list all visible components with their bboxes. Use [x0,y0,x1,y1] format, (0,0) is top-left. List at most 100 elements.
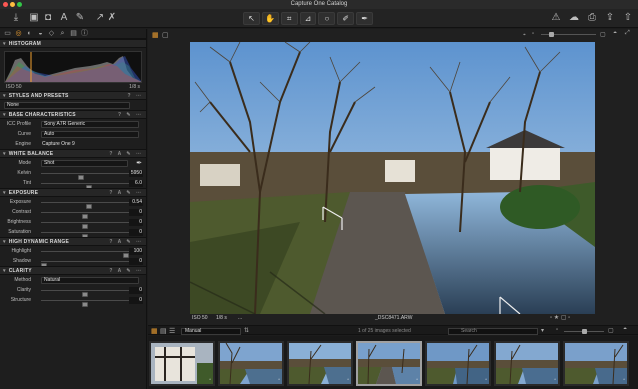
thumbnail[interactable]: ▫ [563,341,629,386]
section-menu-icon[interactable]: ? A ✎ ⋯ [109,268,143,274]
brightness-value[interactable]: 0 [129,218,143,226]
fullscreen-icon[interactable]: ⤢ [625,30,630,37]
section-menu-icon[interactable]: ? A ✎ ⋯ [109,190,143,196]
lens-tab-icon[interactable]: ◐ [25,30,34,38]
cloud-icon[interactable]: ☁ [568,12,580,24]
histogram-graph [5,52,141,82]
thumbnail[interactable]: ▫ [149,341,215,386]
library-tab-icon[interactable]: ▭ [3,30,12,38]
saturation-value[interactable]: 0 [129,228,143,236]
picker-tool-icon[interactable]: ✒ [356,12,374,25]
filter-icon[interactable]: ▾ [541,327,544,334]
export-icon[interactable]: ⇪ [604,12,616,24]
styles-header[interactable]: ▾ STYLES AND PRESETS ? ⋯ [0,91,146,100]
undo-icon[interactable]: ↗ [94,12,106,24]
zoom-slider[interactable] [541,32,596,37]
crop-tool-icon[interactable]: ⌗ [280,12,298,25]
keystone-tool-icon[interactable]: ⊿ [299,12,317,25]
main-photo[interactable] [190,42,595,314]
thumbnail[interactable]: ▫ [218,341,284,386]
white-balance-header[interactable]: ▾ WHITE BALANCE ? A ✎ ⋯ [0,149,146,158]
field-label: Saturation [8,229,31,235]
select-tool-icon[interactable]: ↖ [243,12,260,25]
share-icon[interactable]: ⇧ [622,12,634,24]
tint-slider[interactable] [41,182,129,190]
thumbnail[interactable]: ▫ [425,341,491,386]
brush-icon[interactable]: ✎ [74,12,86,24]
histogram-header[interactable]: ▾ HISTOGRAM [0,39,146,48]
viewer-rating-icons[interactable]: ▫ ★ ▢ ▫ [550,314,570,321]
brightness-slider[interactable] [41,221,129,229]
kelvin-value[interactable]: 5950 [129,169,143,177]
highlight-value[interactable]: 100 [129,247,143,255]
proof-icon[interactable]: ⌖ [523,32,526,38]
exposure-header[interactable]: ▾ EXPOSURE ? A ✎ ⋯ [0,188,146,197]
import-icon[interactable]: ⤓ [10,12,22,24]
list-view-icon[interactable]: ☰ [169,327,175,335]
spot-tool-icon[interactable]: ○ [318,12,336,25]
curve-dropdown[interactable]: Auto [41,130,139,138]
contrast-value[interactable]: 0 [129,208,143,216]
exposure-slider[interactable] [41,201,129,209]
highlight-slider[interactable] [41,250,129,258]
layer-brush-icon[interactable]: ✐ [337,12,355,25]
slider-handle[interactable] [82,301,88,307]
grid-view-icon[interactable]: ▦ [151,327,158,335]
structure-value[interactable]: 0 [129,296,143,304]
sort-dropdown[interactable]: Manual [181,327,241,335]
user-icon[interactable]: ◓ [623,326,627,333]
thumbnail-selected[interactable]: ▫ [356,341,422,386]
user-icon[interactable]: ◓ [613,30,617,37]
single-view-icon[interactable]: ▢ [162,31,169,39]
reset-icon[interactable]: ✗ [106,12,118,24]
section-menu-icon[interactable]: ? A ✎ ⋯ [109,151,143,157]
zoom-in-icon[interactable]: ▢ [600,31,606,38]
details-tab-icon[interactable]: ⌕ [58,30,67,38]
exposure-tab-icon[interactable]: ◇ [47,30,56,38]
thumb-large-icon[interactable]: ▢ [608,327,614,334]
section-menu-icon[interactable]: ? ⋯ [128,93,143,99]
hdr-header[interactable]: ▾ HIGH DYNAMIC RANGE ? A ✎ ⋯ [0,237,146,246]
thumb-small-icon[interactable]: ▫ [556,327,558,333]
section-menu-icon[interactable]: ? A ✎ ⋯ [109,239,143,245]
saturation-slider[interactable] [41,231,129,239]
exposure-value[interactable]: 0.54 [129,198,143,206]
clarity-header[interactable]: ▾ CLARITY ? A ✎ ⋯ [0,266,146,275]
selection-count: 1 of 25 images selected [358,328,411,334]
capture-tab-icon[interactable]: ◎ [14,30,23,38]
shadow-slider[interactable] [41,260,129,268]
slider-handle[interactable] [549,32,554,37]
search-input[interactable]: Search [448,327,538,335]
section-menu-icon[interactable]: ? ✎ ⋯ [118,112,143,118]
shadow-value[interactable]: 0 [129,257,143,265]
clarity-value[interactable]: 0 [129,286,143,294]
pan-tool-icon[interactable]: ✋ [261,12,279,25]
wb-mode-dropdown[interactable]: Shot [41,159,128,167]
capture-icon[interactable]: ▣ [28,12,40,24]
warning-icon[interactable]: ⚠ [550,12,562,24]
base-characteristics-header[interactable]: ▾ BASE CHARACTERISTICS ? ✎ ⋯ [0,110,146,119]
slider-handle[interactable] [582,329,587,334]
icc-profile-dropdown[interactable]: Sony A7R Generic [41,120,139,128]
metadata-tab-icon[interactable]: ⓘ [80,30,89,38]
text-tool-icon[interactable]: A [58,12,70,24]
structure-slider[interactable] [41,299,129,307]
adjustments-tab-icon[interactable]: ▤ [69,30,78,38]
kelvin-slider[interactable] [41,172,129,180]
clarity-method-dropdown[interactable]: Natural [41,276,139,284]
styles-dropdown[interactable]: None [4,101,130,109]
camera-icon[interactable]: ◘ [42,12,54,24]
thumbnail[interactable]: ▫ [287,341,353,386]
color-tab-icon[interactable]: ◒ [36,30,45,38]
print-icon[interactable]: ⎙ [586,12,598,24]
filmstrip-view-icon[interactable]: ▤ [160,327,167,335]
tint-value[interactable]: 6.0 [129,179,143,187]
thumbnail-size-slider[interactable] [564,329,604,334]
sort-direction-icon[interactable]: ⇅ [244,327,249,334]
wb-picker-icon[interactable]: ✒ [136,159,142,167]
multi-view-icon[interactable]: ▦ [152,31,159,39]
clarity-slider[interactable] [41,289,129,297]
thumbnail[interactable]: ▫ [494,341,560,386]
contrast-slider[interactable] [41,211,129,219]
zoom-out-icon[interactable]: ▫ [532,31,534,37]
